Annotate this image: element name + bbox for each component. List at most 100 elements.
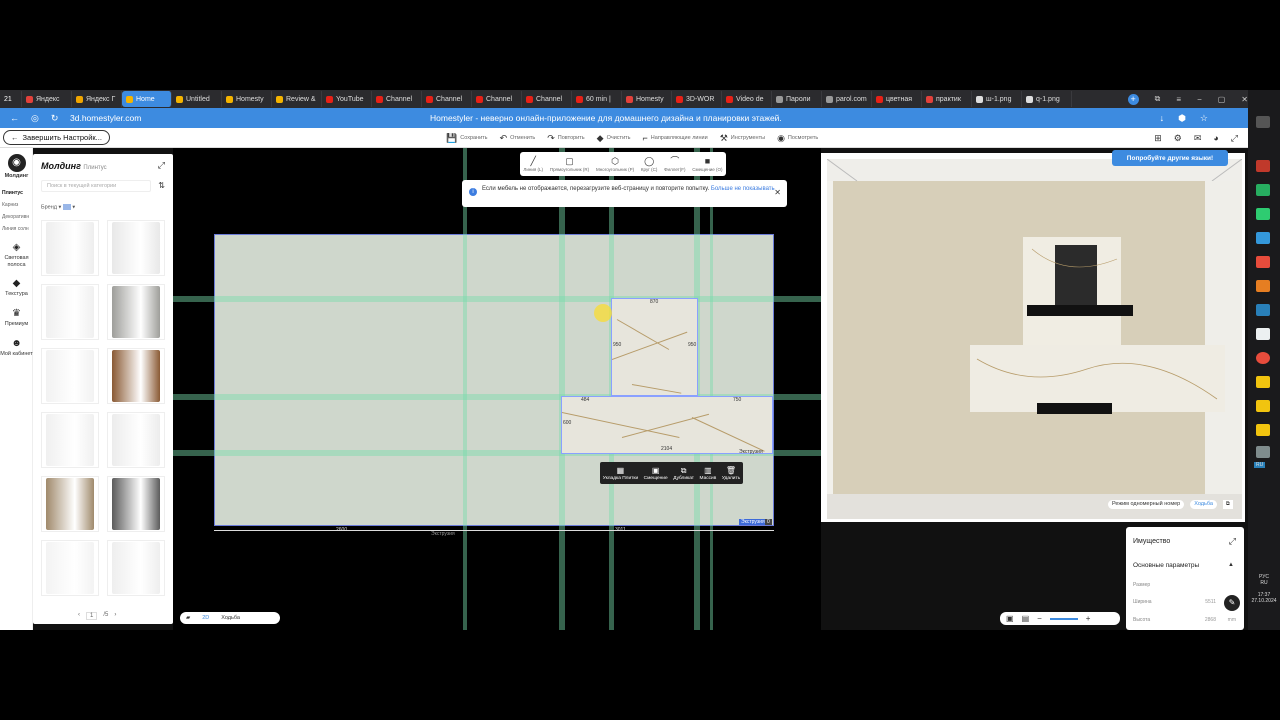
browser-tab[interactable]: Untitled <box>172 91 222 107</box>
catalog-item[interactable] <box>41 540 99 596</box>
restore-icon[interactable]: ⧉ <box>1155 94 1161 104</box>
draw-tool-offset[interactable]: ■ Смещение (O) <box>692 156 722 172</box>
preview-walk-toggle[interactable]: Ходьба <box>1190 500 1217 509</box>
rail-item-molding[interactable]: ◉ Молдинг <box>0 154 33 180</box>
app-icon[interactable] <box>1256 184 1270 196</box>
draw-tool-circle[interactable]: ◯ Круг (C) <box>641 156 657 172</box>
browser-tab[interactable]: Яндекс Г <box>72 91 122 107</box>
browser-tab[interactable]: ш-1.png <box>972 91 1022 107</box>
search-icon[interactable] <box>1256 116 1270 128</box>
app-icon[interactable] <box>1256 280 1270 292</box>
kbd-indicator[interactable]: RU <box>1254 462 1266 468</box>
app-icon[interactable] <box>1256 446 1270 458</box>
browser-tab[interactable]: Яндекс <box>22 91 72 107</box>
download-icon[interactable]: ↓ <box>1160 113 1165 124</box>
3d-preview[interactable] <box>821 153 1245 522</box>
toolbar-save-button[interactable]: 💾 Сохранить <box>446 133 488 144</box>
catalog-item[interactable] <box>107 412 165 468</box>
rail-item-texture[interactable]: ◆ Текстура <box>0 278 33 298</box>
camera-icon[interactable]: ▣ <box>1006 614 1014 623</box>
browser-tab[interactable]: Homesty <box>622 91 672 107</box>
catalog-item[interactable] <box>41 348 99 404</box>
action-duplicate[interactable]: ⧉ Дубликат <box>673 466 694 481</box>
next-page-icon[interactable]: › <box>114 612 116 620</box>
page-number[interactable]: 1 <box>86 612 98 620</box>
view-2d-toggle[interactable]: 2D <box>202 615 209 621</box>
new-tab-icon[interactable]: + <box>1127 93 1139 105</box>
action-array[interactable]: ▥ Массив <box>700 466 717 481</box>
catalog-item[interactable] <box>107 220 165 276</box>
catalog-item[interactable] <box>41 284 99 340</box>
browser-tab[interactable]: Review & <box>272 91 322 107</box>
browser-tab[interactable]: Channel <box>472 91 522 107</box>
browser-tab[interactable]: 3D-WOR <box>672 91 722 107</box>
catalog-item[interactable] <box>107 284 165 340</box>
map-icon[interactable]: ▤ <box>1022 614 1030 623</box>
toolbar-guides-button[interactable]: ⌐ Направляющие линии <box>643 133 708 143</box>
shield-icon[interactable]: ◎ <box>31 113 39 124</box>
catalog-item[interactable] <box>41 220 99 276</box>
finish-button[interactable]: ← Завершить Настройк... <box>3 130 110 145</box>
expand-icon[interactable]: ⤢ <box>1229 536 1236 547</box>
app-icon[interactable] <box>1256 208 1270 220</box>
chevron-up-icon[interactable]: ▲ <box>1228 562 1234 568</box>
browser-tab[interactable]: Home <box>122 91 172 107</box>
fullscreen-icon[interactable]: ⤢ <box>1231 133 1238 144</box>
brand-filter[interactable]: Бренд ▾ ▾ <box>41 204 75 210</box>
browser-tab[interactable]: 60 min | <box>572 91 622 107</box>
editor-canvas[interactable]: 870 950 950 484 750 600 2104 Экструзия 2… <box>173 148 821 630</box>
rail-item-cabinet[interactable]: ☻ Мой кабинет <box>0 338 33 358</box>
toolbar-eraser-button[interactable]: ◆ Очистить <box>597 133 631 144</box>
basic-params-header[interactable]: Основные параметры <box>1133 562 1199 569</box>
action-trash[interactable]: 🗑 Удалить <box>722 466 740 481</box>
width-field[interactable]: 5511 <box>1205 599 1216 605</box>
rail-sub-sunline[interactable]: Линия солн <box>2 226 29 232</box>
extrude-value[interactable]: 0 <box>765 519 772 525</box>
rail-sub-cornice[interactable]: Карниз <box>2 202 18 208</box>
tile-region-upper[interactable] <box>611 298 698 396</box>
back-icon[interactable]: ← <box>10 113 19 124</box>
browser-tab[interactable]: практик <box>922 91 972 107</box>
minimize-icon[interactable]: − <box>1197 95 1202 104</box>
user-icon[interactable]: ◕ <box>1213 133 1218 143</box>
favorites-icon[interactable]: ☆ <box>1200 113 1208 124</box>
catalog-item[interactable] <box>107 476 165 532</box>
folder-icon[interactable] <box>1256 424 1270 436</box>
zoom-out-icon[interactable]: − <box>1037 614 1042 623</box>
catalog-icon[interactable]: ⊞ <box>1154 133 1162 144</box>
extension-icon[interactable]: ⬢ <box>1178 113 1186 124</box>
edit-icon[interactable]: ✎ <box>1224 595 1240 611</box>
rail-item-light-strip[interactable]: ◈ Световая полоса <box>0 242 33 268</box>
zoom-in-icon[interactable]: + <box>1086 614 1091 623</box>
toolbar-redo-button[interactable]: ↷ Повторить <box>547 133 584 144</box>
browser-tab[interactable]: parol.com <box>822 91 872 107</box>
browser-tab[interactable]: YouTube <box>322 91 372 107</box>
draw-tool-rect[interactable]: ▢ Прямоугольник (R) <box>550 156 589 172</box>
toolbar-eye-button[interactable]: ◉ Посмотреть <box>777 133 818 144</box>
catalog-item[interactable] <box>41 412 99 468</box>
try-languages-banner[interactable]: Попробуйте другие языки! <box>1112 150 1228 166</box>
rail-sub-decor[interactable]: Декоративн <box>2 214 29 220</box>
browser-tab[interactable]: Video de <box>722 91 772 107</box>
app-icon[interactable] <box>1256 160 1270 172</box>
rail-sub-baseboard[interactable]: Плинтус <box>2 190 23 196</box>
walk-toggle[interactable]: Ходьба <box>221 615 240 621</box>
close-icon[interactable]: ✕ <box>1241 95 1248 104</box>
external-icon[interactable]: ⧉ <box>1222 500 1233 509</box>
tab-counter[interactable]: 21 <box>0 91 22 107</box>
sort-icon[interactable]: ⇅ <box>158 181 165 190</box>
room-mode-toggle[interactable]: Режим одномерный номер <box>1108 500 1185 509</box>
maximize-icon[interactable]: ▢ <box>1218 95 1226 104</box>
toolbar-undo-button[interactable]: ↶ Отменить <box>500 133 536 144</box>
catalog-search-input[interactable]: Поиск в текущей категории <box>41 180 151 192</box>
catalog-item[interactable] <box>107 540 165 596</box>
prev-page-icon[interactable]: ‹ <box>78 612 80 620</box>
draw-mode-icon[interactable]: ▰ <box>186 615 190 621</box>
browser-tab[interactable]: Channel <box>422 91 472 107</box>
browser-tab[interactable]: q-1.png <box>1022 91 1072 107</box>
browser-tab[interactable]: цветная <box>872 91 922 107</box>
catalog-item[interactable] <box>107 348 165 404</box>
app-icon[interactable] <box>1256 256 1270 268</box>
app-icon[interactable] <box>1256 304 1270 316</box>
height-field[interactable]: 2868 <box>1205 617 1216 623</box>
